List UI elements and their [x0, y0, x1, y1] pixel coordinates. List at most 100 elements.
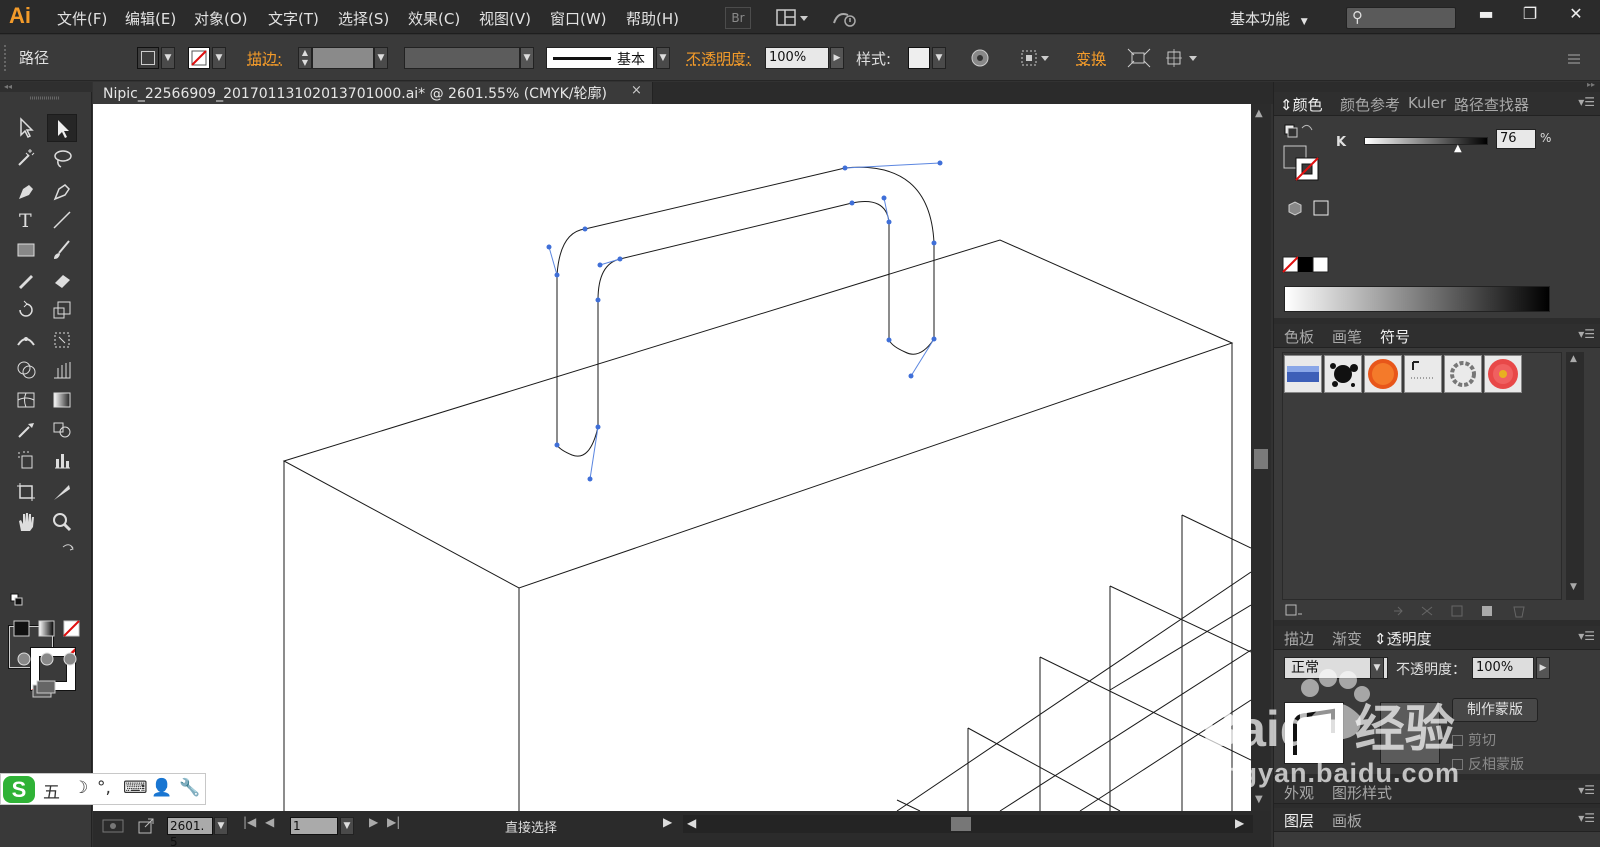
- tab-transparency[interactable]: ⇕透明度: [1374, 628, 1432, 649]
- graphic-style-swatch[interactable]: [908, 47, 930, 69]
- align-options-button[interactable]: [1018, 47, 1052, 69]
- tab-color-guide[interactable]: 颜色参考: [1340, 94, 1400, 115]
- stroke-weight-dropdown[interactable]: ▼: [374, 47, 388, 69]
- none-black-white-swatches[interactable]: [1282, 256, 1332, 274]
- scroll-left-icon[interactable]: ◀: [687, 816, 696, 830]
- menu-file[interactable]: 文件(F): [57, 8, 107, 29]
- transparency-opacity-field[interactable]: 100%: [1472, 657, 1534, 679]
- scroll-down-icon[interactable]: ▼: [1570, 582, 1577, 592]
- select-similar-button[interactable]: [1164, 47, 1202, 69]
- type-tool[interactable]: T: [11, 206, 41, 234]
- opacity-slider-arrow[interactable]: ▶: [1536, 657, 1550, 679]
- transform-panel-link[interactable]: 变换: [1076, 48, 1106, 69]
- tab-symbols[interactable]: 符号: [1380, 326, 1410, 347]
- panel-dock-collapse[interactable]: ▸▸: [1274, 80, 1600, 92]
- tab-brushes[interactable]: 画笔: [1332, 326, 1362, 347]
- symbols-list[interactable]: [1282, 352, 1562, 600]
- menu-window[interactable]: 窗口(W): [550, 8, 607, 29]
- tools-panel-collapse[interactable]: ◂◂: [0, 82, 92, 92]
- screen-mode-button[interactable]: [28, 676, 60, 702]
- symbol-blue-banner[interactable]: [1284, 355, 1322, 393]
- width-tool[interactable]: [11, 326, 41, 354]
- tab-artboards[interactable]: 画板: [1332, 810, 1362, 831]
- k-channel-slider[interactable]: [1364, 137, 1488, 145]
- panel-grip[interactable]: [4, 45, 10, 71]
- share-icon[interactable]: [137, 817, 157, 835]
- close-button[interactable]: ✕: [1556, 2, 1596, 26]
- ime-keyboard-icon[interactable]: ⌨: [123, 778, 148, 798]
- blend-mode-dropdown[interactable]: ▼: [1370, 657, 1384, 679]
- artboard-dropdown[interactable]: ▼: [340, 817, 354, 835]
- variable-width-dropdown[interactable]: ▼: [520, 47, 534, 69]
- mesh-tool[interactable]: [11, 386, 41, 414]
- magic-wand-tool[interactable]: [11, 144, 41, 172]
- zoom-dropdown[interactable]: ▼: [214, 817, 228, 835]
- artboard[interactable]: [93, 104, 1251, 811]
- sync-settings-button[interactable]: [830, 7, 860, 29]
- stroke-color-button[interactable]: [188, 47, 210, 69]
- tab-swatches[interactable]: 色板: [1284, 326, 1314, 347]
- isolate-object-button[interactable]: [1126, 47, 1152, 69]
- direct-selection-tool[interactable]: [47, 114, 77, 142]
- slider-thumb-icon[interactable]: ▲: [1454, 143, 1462, 154]
- scroll-right-icon[interactable]: ▶: [1235, 816, 1244, 830]
- ime-halfwidth-icon[interactable]: ☽: [73, 778, 88, 798]
- tab-stroke[interactable]: 描边: [1284, 628, 1314, 649]
- vertical-scroll-thumb[interactable]: [1254, 449, 1268, 469]
- canvas[interactable]: [93, 104, 1251, 811]
- k-channel-value[interactable]: 76: [1496, 129, 1536, 149]
- opacity-slider-arrow[interactable]: ▶: [830, 47, 844, 69]
- menu-edit[interactable]: 编辑(E): [125, 8, 176, 29]
- eyedropper-tool[interactable]: [11, 416, 41, 444]
- tab-pathfinder[interactable]: 路径查找器: [1454, 94, 1529, 115]
- artboard-number-field[interactable]: 1: [290, 817, 338, 835]
- first-artboard-icon[interactable]: |◀: [243, 815, 256, 829]
- scale-tool[interactable]: [47, 296, 77, 324]
- scroll-up-icon[interactable]: ▲: [1255, 108, 1263, 119]
- color-spectrum-ramp[interactable]: [1284, 286, 1550, 312]
- pencil-tool[interactable]: [11, 266, 41, 294]
- symbols-panel-actions[interactable]: [1282, 602, 1582, 620]
- ime-punctuation-icon[interactable]: °,: [97, 778, 111, 798]
- blend-tool[interactable]: [47, 416, 77, 444]
- panel-menu-icon[interactable]: ▾☰: [1578, 629, 1595, 643]
- clip-checkbox[interactable]: 剪切: [1452, 730, 1496, 750]
- last-artboard-icon[interactable]: ▶|: [387, 815, 400, 829]
- tab-gradient[interactable]: 渐变: [1332, 628, 1362, 649]
- symbol-orange-button[interactable]: [1364, 355, 1402, 393]
- gpu-preview-icon[interactable]: [101, 817, 127, 835]
- brush-definition[interactable]: 基本: [546, 47, 654, 69]
- horizontal-scroll-thumb[interactable]: [951, 817, 971, 831]
- panel-menu-icon[interactable]: ▾☰: [1578, 811, 1595, 825]
- gradient-tool[interactable]: [47, 386, 77, 414]
- menu-select[interactable]: 选择(S): [338, 8, 389, 29]
- fill-dropdown[interactable]: ▼: [161, 47, 175, 69]
- next-artboard-icon[interactable]: ▶: [369, 815, 378, 829]
- opacity-panel-link[interactable]: 不透明度:: [686, 48, 751, 69]
- symbol-chain-ring[interactable]: [1444, 355, 1482, 393]
- ime-user-icon[interactable]: 👤: [151, 778, 172, 798]
- free-transform-tool[interactable]: [47, 326, 77, 354]
- ime-wubi-mode[interactable]: 五: [43, 778, 60, 803]
- workspace-switcher[interactable]: 基本功能 ▼: [1230, 8, 1308, 29]
- restore-button[interactable]: ❐: [1510, 2, 1550, 26]
- drawing-modes-button[interactable]: [10, 648, 82, 670]
- fill-color-button[interactable]: [137, 47, 159, 69]
- stroke-weight-stepper[interactable]: ▲ ▼: [298, 47, 312, 69]
- out-of-gamut-icons[interactable]: [1286, 198, 1336, 218]
- document-tab[interactable]: Nipic_22566909_20170113102013701000.ai* …: [93, 82, 653, 104]
- artwork-outline[interactable]: [93, 104, 1251, 811]
- menu-view[interactable]: 视图(V): [479, 8, 531, 29]
- control-panel-menu-button[interactable]: [1560, 47, 1584, 69]
- menu-type[interactable]: 文字(T): [268, 8, 319, 29]
- eraser-tool[interactable]: [47, 266, 77, 294]
- menu-object[interactable]: 对象(O): [194, 8, 248, 29]
- brush-dropdown[interactable]: ▼: [656, 47, 670, 69]
- pen-tool[interactable]: [11, 176, 41, 204]
- tab-color[interactable]: ⇕颜色: [1280, 94, 1323, 115]
- tab-kuler[interactable]: Kuler: [1408, 94, 1446, 112]
- scroll-up-icon[interactable]: ▲: [1570, 354, 1577, 364]
- scroll-down-icon[interactable]: ▼: [1255, 794, 1263, 805]
- close-tab-icon[interactable]: ×: [631, 83, 642, 98]
- symbol-sprayer-tool[interactable]: [11, 446, 41, 474]
